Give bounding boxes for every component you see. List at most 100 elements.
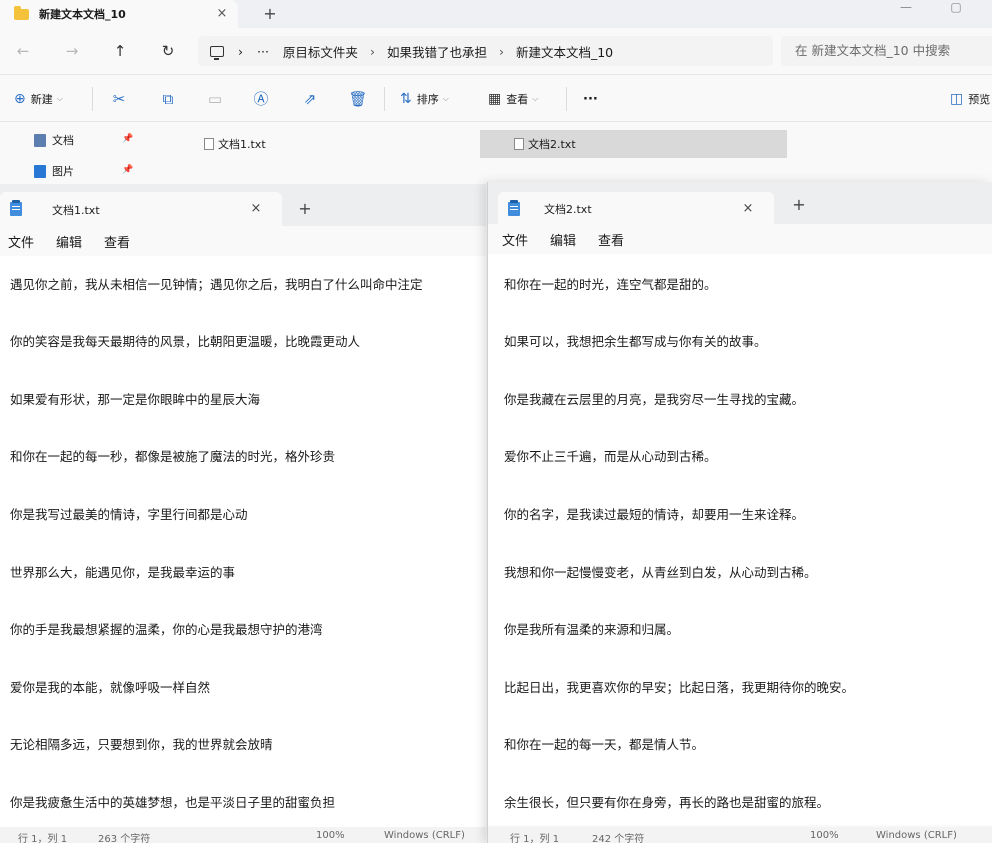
paste-icon[interactable]: ▭ [204, 88, 226, 110]
file-item[interactable]: 文档1.txt [180, 130, 476, 158]
preview-button[interactable]: ◫ 预览 [950, 89, 990, 109]
quick-access-label: 图片 [52, 165, 74, 178]
notepad-tab-title: 文档1.txt [52, 204, 100, 217]
menu-view[interactable]: 查看 [104, 232, 130, 251]
notepad-tab[interactable]: 文档1.txt × [0, 192, 282, 226]
quick-access-pictures[interactable]: 图片 [34, 161, 74, 181]
text-line: 余生很长，但只要有你在身旁，再长的路也是甜蜜的旅程。 [504, 795, 830, 810]
quick-access-label: 文档 [52, 134, 74, 147]
back-arrow-icon[interactable]: ← [12, 40, 34, 62]
menu-file[interactable]: 文件 [502, 230, 528, 249]
cursor-position: 行 1，列 1 [510, 834, 560, 843]
menu-view[interactable]: 查看 [598, 230, 624, 249]
text-line: 你的手是我最想紧握的温柔，你的心是我最想守护的港湾 [10, 622, 323, 637]
preview-pane-icon: ◫ [950, 91, 964, 107]
menu-bar: 文件 编辑 查看 [0, 226, 486, 256]
new-tab-button[interactable]: + [294, 198, 316, 220]
address-bar-row: ← → ↑ ↻ › ··· 原目标文件夹 › 如果我错了也承担 › 新建文本文档… [0, 28, 992, 74]
new-button-label: 新建 [30, 93, 53, 106]
notepad-window-2: 文档2.txt × + 文件 编辑 查看 和你在一起的时光，连空气都是甜的。 如… [487, 182, 992, 843]
refresh-icon[interactable]: ↻ [157, 40, 179, 62]
more-options-button[interactable]: ··· [583, 89, 598, 109]
sort-button[interactable]: ⇅ 排序 ⌵ [400, 89, 449, 109]
breadcrumb-item[interactable]: 原目标文件夹 [283, 42, 358, 61]
line-ending: Windows (CRLF) [876, 830, 957, 841]
pictures-icon [34, 164, 46, 178]
character-count: 263 个字符 [98, 834, 151, 843]
cut-icon[interactable]: ✂ [108, 88, 130, 110]
pin-icon[interactable]: 📌 [122, 165, 133, 175]
menu-bar: 文件 编辑 查看 [488, 224, 992, 254]
breadcrumb-item[interactable]: 如果我错了也承担 [387, 42, 487, 61]
text-line: 遇见你之前，我从未相信一见钟情；遇见你之后，我明白了什么叫命中注定 [10, 277, 423, 292]
text-editor[interactable]: 遇见你之前，我从未相信一见钟情；遇见你之后，我明白了什么叫命中注定 你的笑容是我… [0, 256, 486, 827]
file-item-selected[interactable]: 文档2.txt [480, 130, 787, 158]
quick-access-documents[interactable]: 文档 [34, 130, 74, 150]
notepad-icon [508, 200, 520, 216]
breadcrumb-item[interactable]: 新建文本文档_10 [516, 42, 613, 61]
navigation-pane: 文档 📌 图片 📌 [0, 122, 150, 184]
sort-icon: ⇅ [400, 91, 412, 107]
view-grid-icon: ▦ [488, 91, 502, 107]
notepad-tab-title: 文档2.txt [544, 203, 592, 216]
explorer-tab-title: 新建文本文档_10 [39, 8, 126, 21]
chevron-down-icon: ⌵ [532, 94, 539, 103]
breadcrumb-separator: › [498, 43, 504, 59]
notepad-icon [10, 200, 22, 216]
menu-edit[interactable]: 编辑 [56, 232, 82, 251]
text-file-icon [204, 138, 214, 150]
pin-icon[interactable]: 📌 [122, 134, 133, 144]
preview-button-label: 预览 [968, 93, 991, 106]
text-line: 和你在一起的时光，连空气都是甜的。 [504, 277, 717, 292]
file-name: 文档2.txt [528, 138, 576, 151]
explorer-tab[interactable]: 新建文本文档_10 × [0, 0, 238, 28]
new-tab-button[interactable]: + [788, 194, 810, 216]
breadcrumb-separator: › [369, 43, 375, 59]
view-button[interactable]: ▦ 查看 ⌵ [488, 89, 538, 109]
search-input[interactable]: 在 新建文本文档_10 中搜索 [781, 36, 992, 66]
text-line: 无论相隔多远，只要想到你，我的世界就会放晴 [10, 737, 273, 752]
rename-icon[interactable]: Ⓐ [250, 88, 272, 110]
document-icon [34, 133, 46, 147]
menu-file[interactable]: 文件 [8, 232, 34, 251]
line-ending: Windows (CRLF) [384, 830, 465, 841]
forward-arrow-icon[interactable]: → [61, 40, 83, 62]
text-line: 爱你是我的本能，就像呼吸一样自然 [10, 680, 211, 695]
status-bar: 行 1，列 1 263 个字符 100% Windows (CRLF) [0, 827, 486, 843]
text-line: 你的笑容是我每天最期待的风景，比朝阳更温暖，比晚霞更动人 [10, 334, 361, 349]
text-line: 和你在一起的每一天，都是情人节。 [504, 737, 705, 752]
menu-edit[interactable]: 编辑 [550, 230, 576, 249]
address-bar[interactable]: › ··· 原目标文件夹 › 如果我错了也承担 › 新建文本文档_10 [198, 36, 773, 66]
close-tab-icon[interactable]: × [212, 4, 232, 24]
divider [92, 87, 93, 111]
sort-button-label: 排序 [416, 93, 439, 106]
text-editor[interactable]: 和你在一起的时光，连空气都是甜的。 如果可以，我想把余生都写成与你有关的故事。 … [488, 254, 992, 825]
text-line: 爱你不止三千遍，而是从心动到古稀。 [504, 449, 717, 464]
text-line: 你是我写过最美的情诗，字里行间都是心动 [10, 507, 248, 522]
file-name: 文档1.txt [218, 138, 266, 151]
notepad-tab-bar: 文档1.txt × + [0, 184, 486, 226]
divider [384, 87, 385, 111]
copy-icon[interactable]: ⧉ [157, 88, 179, 110]
new-tab-button[interactable]: + [258, 2, 282, 26]
close-tab-icon[interactable]: × [246, 199, 266, 219]
view-button-label: 查看 [506, 93, 529, 106]
text-line: 世界那么大，能遇见你，是我最幸运的事 [10, 565, 236, 580]
zoom-level: 100% [810, 830, 839, 841]
divider [566, 87, 567, 111]
text-line: 比起日出，我更喜欢你的早安；比起日落，我更期待你的晚安。 [504, 680, 855, 695]
text-file-icon [514, 138, 524, 150]
character-count: 242 个字符 [592, 834, 645, 843]
up-arrow-icon[interactable]: ↑ [109, 40, 131, 62]
close-tab-icon[interactable]: × [738, 199, 758, 219]
delete-icon[interactable]: 🗑 [347, 88, 369, 110]
notepad-tab[interactable]: 文档2.txt × [498, 192, 774, 226]
breadcrumb-separator: › [238, 43, 243, 59]
status-bar: 行 1，列 1 242 个字符 100% Windows (CRLF) [488, 827, 992, 843]
new-button[interactable]: ⊕ 新建 ⌵ [14, 89, 63, 109]
share-icon[interactable]: ⇗ [299, 88, 321, 110]
notepad-window-1: 文档1.txt × + 文件 编辑 查看 遇见你之前，我从未相信一见钟情；遇见你… [0, 184, 486, 843]
minimize-button[interactable]: — [896, 0, 916, 20]
breadcrumb-ellipsis[interactable]: ··· [257, 44, 269, 59]
maximize-button[interactable]: ▢ [946, 0, 966, 20]
